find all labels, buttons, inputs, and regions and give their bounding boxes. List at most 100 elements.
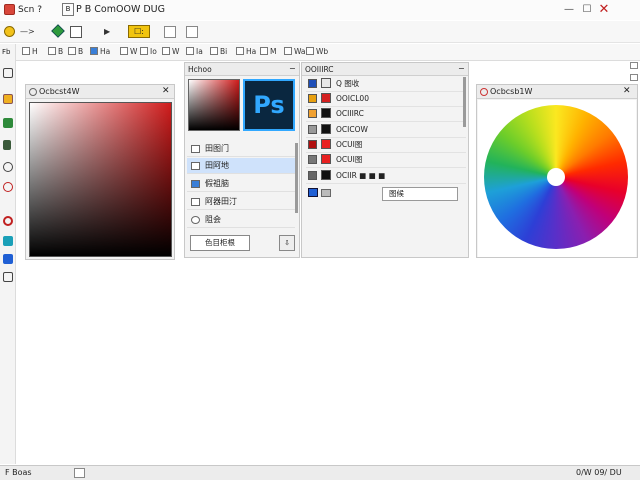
swatches-panel: OOIIIRC − Q 图收 OOICL00 OCIIIRC OCICOW OC… <box>301 62 469 258</box>
color-wheel-panel: Ocbcsb1W ✕ <box>476 84 638 258</box>
tb2-icon <box>284 47 292 55</box>
play-tool[interactable]: ▶ <box>104 25 110 39</box>
mid-collapse-icon[interactable]: − <box>289 64 296 73</box>
swatch-a <box>308 94 317 103</box>
swatches-title: OOIIIRC <box>305 65 334 74</box>
tb2-item-2[interactable]: B <box>48 46 63 58</box>
frame-tool[interactable] <box>186 26 198 38</box>
box-tool-icon[interactable] <box>3 272 13 282</box>
list-item[interactable]: 阿器田汀 <box>187 194 295 210</box>
item-icon <box>191 162 200 170</box>
swatches-scrollbar[interactable] <box>463 77 466 127</box>
swatch-row[interactable]: OCUI图 <box>306 151 466 168</box>
list-item[interactable]: 阻会 <box>187 212 295 228</box>
tb2-item-6[interactable]: Io <box>140 46 157 58</box>
swatch-row[interactable]: OCIIR ■ ■ ■ <box>306 167 466 184</box>
tb2-item-13[interactable]: Wb <box>306 46 328 58</box>
tb2-item-3[interactable]: B <box>68 46 83 58</box>
list-scrollbar[interactable] <box>295 143 298 213</box>
square-tool[interactable] <box>70 26 82 38</box>
tb2-item-8[interactable]: Ia <box>186 46 203 58</box>
rect-tool[interactable] <box>164 26 176 38</box>
picker-circle-icon <box>29 88 37 96</box>
tb2-item-9[interactable]: Bi <box>210 46 227 58</box>
hue-wheel[interactable] <box>484 105 628 249</box>
left-tool-label[interactable]: Fb <box>2 48 10 56</box>
secondary-toolbar: H B B Ha W Io W Ia Bi Ha M Wa Wb <box>0 44 640 61</box>
stop-tool-icon[interactable] <box>3 216 13 226</box>
item-icon <box>191 216 200 224</box>
background-swatch[interactable] <box>321 189 331 197</box>
diamond-icon[interactable] <box>51 24 65 38</box>
app-icon <box>4 4 15 15</box>
saturation-value-field[interactable] <box>29 102 172 257</box>
status-bar: F Boas 0/W 09/ DU <box>0 465 640 480</box>
title-box[interactable]: B <box>62 3 74 16</box>
picker-title: Ocbcst4W <box>39 87 80 96</box>
right-strip-icon[interactable] <box>630 74 638 81</box>
folder-tool-icon[interactable] <box>3 94 13 104</box>
wheel-circle-icon <box>480 88 488 96</box>
tb2-icon <box>48 47 56 55</box>
highlight-tool[interactable]: ☐: <box>128 25 150 38</box>
cyan-tool-icon[interactable] <box>3 236 13 246</box>
green-tool-icon[interactable] <box>3 118 13 128</box>
swatch-a <box>308 171 317 180</box>
color-preview[interactable] <box>188 79 240 131</box>
swatch-b <box>321 124 331 134</box>
swatch-b <box>321 170 331 180</box>
tb2-icon <box>140 47 148 55</box>
maximize-button[interactable]: ☐ <box>580 3 594 16</box>
minimize-button[interactable]: — <box>562 3 576 16</box>
swatch-b <box>321 154 331 164</box>
title-bar: Scn ? B P B ComOOW DUG — ☐ ✕ <box>0 0 640 20</box>
blue-tool-icon[interactable] <box>3 254 13 264</box>
picker-close-icon[interactable]: ✕ <box>162 86 170 96</box>
tb2-item-4[interactable]: Ha <box>90 46 110 58</box>
tb2-icon <box>120 47 128 55</box>
yellow-circle-icon[interactable] <box>4 26 15 37</box>
photoshop-icon: Ps <box>243 79 295 131</box>
tb2-icon <box>68 47 76 55</box>
list-item-selected[interactable]: 田阿地 <box>187 158 295 174</box>
list-item[interactable]: 假祖脑 <box>187 176 295 192</box>
tb2-item-12[interactable]: Wa <box>284 46 306 58</box>
swatch-a <box>308 109 317 118</box>
list-item[interactable]: 田图门 <box>187 141 295 157</box>
swatch-a <box>308 125 317 134</box>
tb2-icon <box>306 47 314 55</box>
tb2-item-1[interactable]: H <box>22 46 38 58</box>
swatch-preview-panel: Hchoo − Ps 田图门 田阿地 假祖脑 阿器田汀 阻会 色目柜根 ⇩ <box>184 62 300 258</box>
status-icon[interactable] <box>74 468 85 478</box>
right-strip <box>628 62 640 102</box>
tb2-item-10[interactable]: Ha <box>236 46 256 58</box>
lasso-tool-icon[interactable] <box>3 68 13 78</box>
tool-arrow[interactable]: —> <box>20 25 35 39</box>
mid-small-button[interactable]: ⇩ <box>279 235 295 251</box>
red-circle-tool-icon[interactable] <box>3 182 13 192</box>
wheel-body <box>478 100 636 257</box>
circle-tool-icon[interactable] <box>3 162 13 172</box>
left-tool-strip: Fb <box>0 44 16 464</box>
mid-action-button[interactable]: 色目柜根 <box>190 235 250 251</box>
swatch-a <box>308 155 317 164</box>
tb2-icon <box>22 47 30 55</box>
wheel-header: Ocbcsb1W ✕ <box>477 85 637 99</box>
swatch-a <box>308 140 317 149</box>
tb2-item-7[interactable]: W <box>162 46 179 58</box>
tb2-item-11[interactable]: M <box>260 46 276 58</box>
marker-tool-icon[interactable] <box>3 140 11 150</box>
title-left-label: Scn ? <box>18 5 43 15</box>
swatches-collapse-icon[interactable]: − <box>458 64 465 73</box>
swatch-footer-button[interactable]: 图候 <box>382 187 458 201</box>
wheel-center <box>547 168 565 186</box>
tb2-item-5[interactable]: W <box>120 46 137 58</box>
foreground-swatch[interactable] <box>308 188 318 197</box>
swatch-row[interactable]: OCIIIRC <box>306 105 466 122</box>
mid-title: Hchoo <box>188 65 212 74</box>
tb2-icon <box>186 47 194 55</box>
right-strip-icon[interactable] <box>630 62 638 69</box>
close-button[interactable]: ✕ <box>597 3 611 16</box>
item-icon <box>191 145 200 153</box>
swatch-b <box>321 78 331 88</box>
